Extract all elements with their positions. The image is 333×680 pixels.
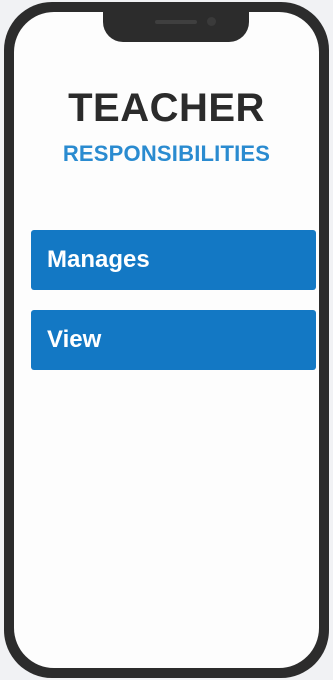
page-title: TEACHER <box>68 86 265 130</box>
manages-button[interactable]: Manages <box>31 230 316 290</box>
phone-side-button <box>4 240 10 284</box>
phone-side-button <box>4 184 10 228</box>
phone-side-button <box>4 94 10 130</box>
camera-icon <box>207 17 216 26</box>
phone-frame: TEACHER RESPONSIBILITIES Manages View <box>4 2 329 678</box>
page-subtitle: RESPONSIBILITIES <box>62 141 271 166</box>
speaker-icon <box>155 20 197 24</box>
phone-notch <box>103 12 249 42</box>
view-button[interactable]: View <box>31 310 316 370</box>
phone-screen: TEACHER RESPONSIBILITIES Manages View <box>14 12 319 668</box>
